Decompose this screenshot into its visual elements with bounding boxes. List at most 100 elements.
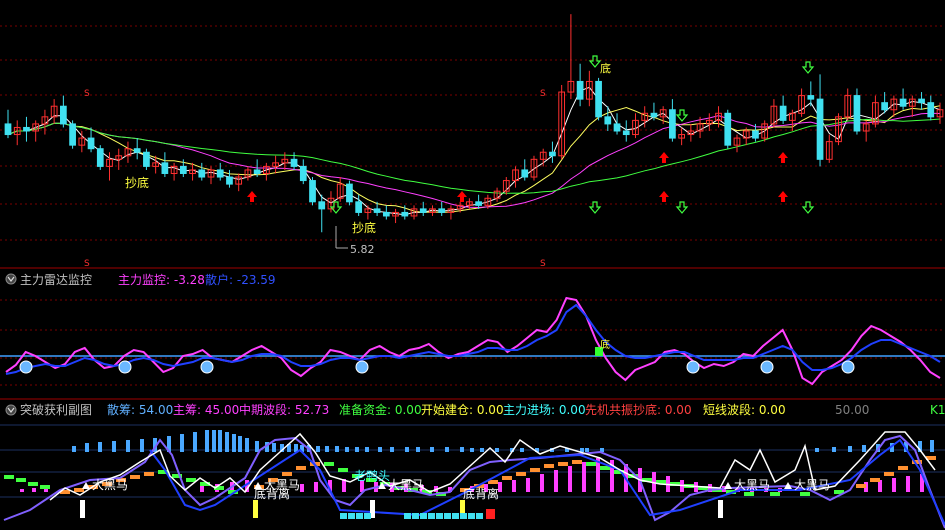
- candle-body: [595, 80, 602, 118]
- wave-step: [282, 472, 292, 476]
- scatter-chip-bar: [218, 430, 222, 452]
- panel3-legend-item: 短线波段: 0.00: [703, 402, 786, 417]
- main-chip-bar: [568, 466, 572, 492]
- scatter-chip-bar: [430, 447, 434, 452]
- scatter-chip-bar: [193, 432, 197, 452]
- radar-dot-icon: [355, 360, 369, 374]
- panel2-line2-label: 散户: -23.59: [205, 272, 276, 287]
- panel2-collapse-icon[interactable]: [5, 273, 17, 285]
- chaodi-label-2: 抄底: [352, 220, 376, 235]
- scatter-chip-bar: [316, 446, 320, 452]
- wave-step: [586, 462, 596, 466]
- scatter-chip-bar: [245, 438, 249, 452]
- main-chip-bar: [554, 470, 558, 492]
- dahema-label: 大黑马: [92, 478, 128, 492]
- scatter-chip-bar: [345, 447, 349, 452]
- wave-step: [296, 466, 306, 470]
- main-chip-bar: [512, 480, 516, 492]
- wave-step: [130, 475, 140, 479]
- candle-body: [918, 98, 925, 104]
- wave-step: [338, 468, 348, 472]
- scatter-chip-bar: [212, 430, 216, 452]
- dahema-label: 大黑马: [388, 478, 424, 492]
- scatter-chip-bar: [85, 443, 89, 452]
- s-marker-4: S: [540, 89, 546, 99]
- stock-chart: 抄底抄底底5.82S SS S 底 大黑马 大黑马 大黑马 大黑马大黑马底背离 底背离老鸭头…: [0, 0, 945, 530]
- radar-dot-icon: [760, 360, 774, 374]
- panel3-corner-label: K1: [930, 403, 945, 417]
- panel2-header: 主力雷达监控 主力监控: -3.28 散户: -23.59: [5, 272, 276, 287]
- candle-body: [816, 98, 824, 160]
- wave-step: [516, 472, 526, 476]
- capital-block: [364, 513, 371, 519]
- panel2-title: 主力雷达监控: [20, 273, 92, 287]
- scatter-chip-bar: [365, 447, 369, 452]
- scatter-chip-bar: [205, 430, 209, 452]
- scatter-chip-bar: [585, 448, 589, 452]
- low-price-label: 5.82: [350, 243, 375, 256]
- main-chip-bar: [582, 462, 586, 492]
- candle-body: [253, 169, 261, 174]
- wave-step: [28, 482, 38, 486]
- candle-body: [622, 130, 630, 136]
- wave-step: [530, 468, 540, 472]
- candle-body: [669, 109, 676, 139]
- main-chip-bar: [300, 484, 304, 492]
- capital-block: [444, 513, 451, 519]
- scatter-chip-bar: [495, 448, 499, 452]
- capital-block: [340, 513, 347, 519]
- scatter-chip-bar: [930, 440, 934, 452]
- wave-step: [898, 466, 908, 470]
- scatter-chip-bar: [126, 440, 130, 452]
- wave-step: [558, 462, 568, 466]
- candle-body: [724, 112, 732, 146]
- wave-step: [856, 484, 866, 488]
- radar-dot-icon: [841, 360, 855, 374]
- radar-dot-icon: [19, 360, 33, 374]
- wave-step: [40, 485, 50, 489]
- candle-body: [604, 116, 612, 125]
- radar-dot-icon: [200, 360, 214, 374]
- scatter-chip-bar: [815, 448, 819, 452]
- panel3-legend: 散筹: 54.00 主筹: 45.00 中期波段: 52.73 准备资金: 0.00 开…: [107, 402, 786, 417]
- scatter-chip-bar: [232, 434, 236, 452]
- signal-bar: [718, 500, 723, 518]
- wave-step: [544, 464, 554, 468]
- wave-step: [186, 478, 196, 482]
- scatter-chip-bar: [520, 448, 524, 452]
- scatter-chip-bar: [470, 448, 474, 452]
- wave-step: [572, 460, 582, 464]
- scatter-chip-bar: [272, 443, 276, 452]
- candle-body: [226, 176, 233, 185]
- di-label: 底: [600, 61, 611, 75]
- candle-body: [87, 137, 95, 150]
- scatter-chip-bar: [335, 446, 339, 452]
- candle-body: [161, 162, 169, 174]
- candle-body: [613, 123, 621, 132]
- main-chip-bar: [200, 486, 204, 492]
- scatter-chip-bar: [325, 446, 329, 452]
- chaodi-label-1: 抄底: [125, 175, 149, 190]
- main-chip-bar: [892, 478, 896, 492]
- panel3-title: 突破获利副图: [20, 402, 92, 417]
- scatter-chip-bar: [405, 447, 409, 452]
- dahema-label: 大黑马: [734, 478, 770, 492]
- wave-step: [870, 478, 880, 482]
- scatter-chip-bar: [180, 434, 184, 452]
- wave-step: [144, 472, 154, 476]
- scatter-chip-bar: [72, 446, 76, 452]
- candle-body: [60, 105, 67, 125]
- panel2-line1-label: 主力监控: -3.28: [118, 273, 205, 287]
- capital-block: [348, 513, 355, 519]
- candle-body: [853, 95, 861, 132]
- laoyaotou-label: 老鸭头: [354, 469, 390, 483]
- s-marker-3: S: [84, 89, 90, 99]
- dibeili-label-2: 底背离: [463, 486, 499, 501]
- panel3-legend-item: 中期波段: 52.73: [239, 402, 329, 417]
- candle-body: [549, 151, 556, 157]
- scatter-chip-bar: [390, 447, 394, 452]
- candle-body: [779, 105, 787, 121]
- capital-block: [476, 513, 483, 519]
- candle-body: [899, 98, 907, 107]
- panel3-collapse-icon[interactable]: [5, 404, 17, 416]
